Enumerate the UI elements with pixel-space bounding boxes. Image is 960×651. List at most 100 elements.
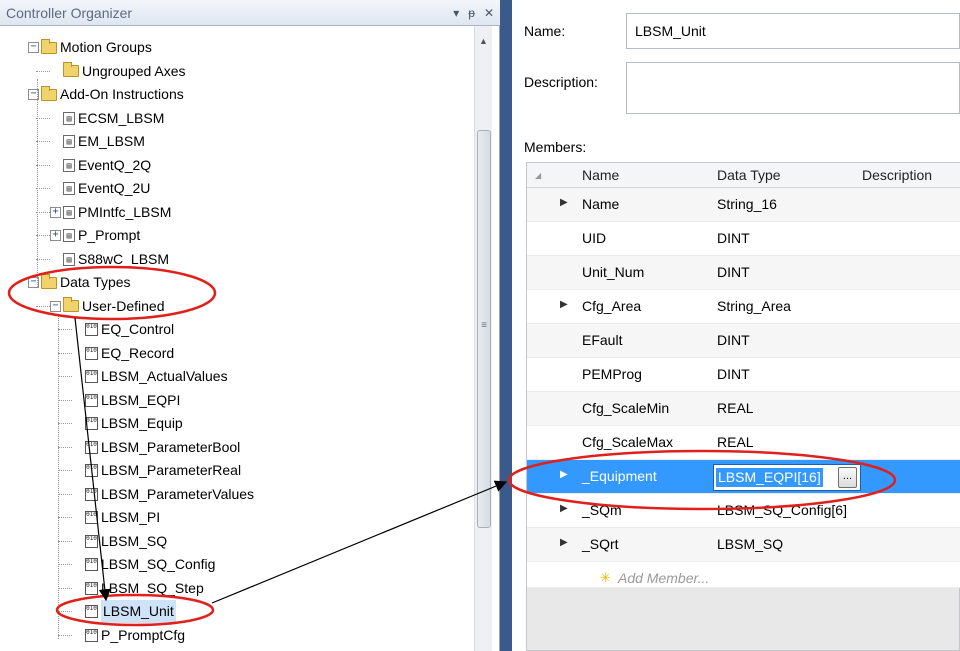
tree-item[interactable]: 010 LBSM_ParameterValues	[72, 483, 254, 506]
tree-item[interactable]: 010 LBSM_SQ_Config	[72, 553, 215, 576]
select-all-icon[interactable]: ◢	[535, 171, 541, 180]
expand-icon[interactable]: +	[50, 206, 61, 218]
tree-connector	[36, 70, 50, 72]
udt-icon: 010	[85, 393, 98, 407]
column-header-description[interactable]: Description	[862, 167, 932, 183]
tree-item[interactable]: 010 LBSM_ParameterBool	[72, 436, 240, 459]
member-data-type[interactable]: LBSM_SQ_Config[6]	[717, 502, 847, 518]
member-name[interactable]: EFault	[582, 332, 622, 348]
tree-item[interactable]: + ▤ P_Prompt	[50, 224, 140, 247]
browse-data-type-button[interactable]: ...	[838, 467, 857, 488]
member-row[interactable]: Cfg_ScaleMax REAL	[527, 426, 960, 460]
pane-divider[interactable]	[500, 0, 512, 651]
tree-item[interactable]: 010 EQ_Record	[72, 342, 174, 365]
member-row[interactable]: ▶ _SQm LBSM_SQ_Config[6]	[527, 494, 960, 528]
column-header-name[interactable]: Name	[582, 167, 619, 183]
member-row[interactable]: ▶ Name String_16	[527, 188, 960, 222]
member-data-type[interactable]: DINT	[717, 264, 750, 280]
tree-item[interactable]: 010 LBSM_SQ_Step	[72, 577, 204, 600]
expand-row-icon[interactable]: ▶	[560, 503, 568, 514]
member-name[interactable]: Unit_Num	[582, 264, 644, 280]
member-name[interactable]: Cfg_ScaleMin	[582, 400, 669, 416]
members-grid[interactable]: ◢ Name Data Type Description ▶ Name String…	[526, 162, 960, 651]
tree-connector	[58, 634, 72, 636]
member-data-type[interactable]: String_16	[717, 196, 777, 212]
tree-item[interactable]: ▤ EventQ_2Q	[50, 154, 151, 177]
members-label: Members:	[524, 139, 587, 155]
member-row[interactable]: UID DINT	[527, 222, 960, 256]
expand-row-icon[interactable]: ▶	[560, 299, 568, 310]
tree-item[interactable]: − Add-On Instructions	[28, 83, 184, 106]
tree-item-label: P_PromptCfg	[101, 626, 186, 643]
tree-item[interactable]: ▤ S88wC_LBSM	[50, 248, 169, 271]
member-name[interactable]: UID	[582, 230, 606, 246]
folder-icon	[41, 85, 57, 101]
tree-item[interactable]: 010 LBSM_Unit	[72, 600, 176, 623]
tree-item[interactable]: ▤ EM_LBSM	[50, 130, 145, 153]
description-field[interactable]	[626, 62, 960, 114]
member-row[interactable]: Unit_Num DINT	[527, 256, 960, 290]
tree-item[interactable]: 010 LBSM_PI	[72, 506, 160, 529]
tree-connector	[58, 376, 72, 377]
member-name[interactable]: Cfg_Area	[582, 298, 641, 314]
tree-connector	[58, 352, 72, 354]
expand-icon[interactable]: +	[50, 230, 61, 241]
expand-row-icon[interactable]: ▶	[560, 469, 568, 480]
aoi-icon: ▤	[63, 111, 75, 125]
member-row[interactable]: PEMProg DINT	[527, 358, 960, 392]
member-name[interactable]: _SQm	[582, 502, 622, 518]
scroll-thumb[interactable]: ≡	[477, 130, 491, 528]
tree-item[interactable]: 010 LBSM_EQPI	[72, 389, 180, 412]
member-row[interactable]: Cfg_ScaleMin REAL	[527, 392, 960, 426]
member-row[interactable]: EFault DINT	[527, 324, 960, 358]
expand-row-icon[interactable]: ▶	[560, 537, 568, 548]
member-name[interactable]: Cfg_ScaleMax	[582, 434, 673, 450]
member-data-type[interactable]: REAL	[717, 400, 754, 416]
pin-icon[interactable]: ᵽ	[468, 0, 475, 26]
member-row[interactable]: ▶ _Equipment LBSM_EQPI[16]...	[527, 460, 960, 494]
member-name[interactable]: _SQrt	[582, 536, 619, 552]
tree-scrollbar[interactable]: ▲ ≡	[474, 26, 492, 651]
tree-item[interactable]: 010 P_PromptCfg	[72, 624, 185, 647]
tree-item[interactable]: Ungrouped Axes	[50, 60, 186, 83]
tree-item[interactable]: 010 EQ_Control	[72, 318, 174, 341]
tree-item-label: P_Prompt	[78, 227, 141, 243]
collapse-icon[interactable]: −	[50, 300, 61, 312]
member-row[interactable]: ▶ Cfg_Area String_Area	[527, 290, 960, 324]
member-row[interactable]: ▶ _SQrt LBSM_SQ	[527, 528, 960, 562]
tree-item[interactable]: 010 LBSM_ActualValues	[72, 365, 228, 388]
scroll-up-icon[interactable]: ▲	[475, 34, 492, 48]
member-data-type[interactable]: DINT	[717, 230, 750, 246]
member-data-type[interactable]: LBSM_SQ	[717, 536, 783, 552]
tree-item[interactable]: 010 LBSM_ParameterReal	[72, 459, 241, 482]
member-data-type[interactable]: DINT	[717, 332, 750, 348]
member-name[interactable]: PEMProg	[582, 366, 642, 382]
add-member-row[interactable]: ✳ Add Member...	[527, 562, 960, 588]
tree-item[interactable]: ▤ EventQ_2U	[50, 177, 150, 200]
data-type-edit-value[interactable]: LBSM_EQPI[16]	[716, 468, 823, 487]
column-header-data-type[interactable]: Data Type	[717, 167, 781, 183]
dropdown-icon[interactable]: ▾	[453, 0, 459, 26]
member-name[interactable]: Name	[582, 196, 619, 212]
tree-item-label: EQ_Control	[101, 321, 175, 337]
member-name[interactable]: _Equipment	[582, 468, 657, 484]
data-type-edit-cell[interactable]: LBSM_EQPI[16]...	[713, 464, 861, 491]
expand-row-icon[interactable]: ▶	[560, 197, 568, 208]
tree-item-label: LBSM_ParameterBool	[101, 438, 241, 455]
add-member-label[interactable]: Add Member...	[618, 570, 709, 586]
member-data-type[interactable]: String_Area	[717, 298, 791, 314]
tree-item[interactable]: 010 LBSM_SQ	[72, 530, 167, 553]
tree-item[interactable]: − User-Defined	[50, 295, 164, 318]
close-icon[interactable]: ✕	[484, 0, 494, 26]
tree-connector	[58, 493, 72, 495]
member-data-type[interactable]: DINT	[717, 366, 750, 382]
member-data-type[interactable]: REAL	[717, 434, 754, 450]
tree-item[interactable]: + ▤ PMIntfc_LBSM	[50, 201, 171, 224]
tree-item[interactable]: ▤ ECSM_LBSM	[50, 107, 164, 130]
tree-item[interactable]: − Motion Groups	[28, 36, 152, 59]
collapse-icon[interactable]: −	[28, 42, 39, 53]
description-label: Description:	[524, 74, 598, 90]
tree-item[interactable]: 010 LBSM_Equip	[72, 412, 183, 435]
tree-item[interactable]: − Data Types	[28, 271, 131, 294]
name-field[interactable]: LBSM_Unit	[626, 13, 960, 49]
